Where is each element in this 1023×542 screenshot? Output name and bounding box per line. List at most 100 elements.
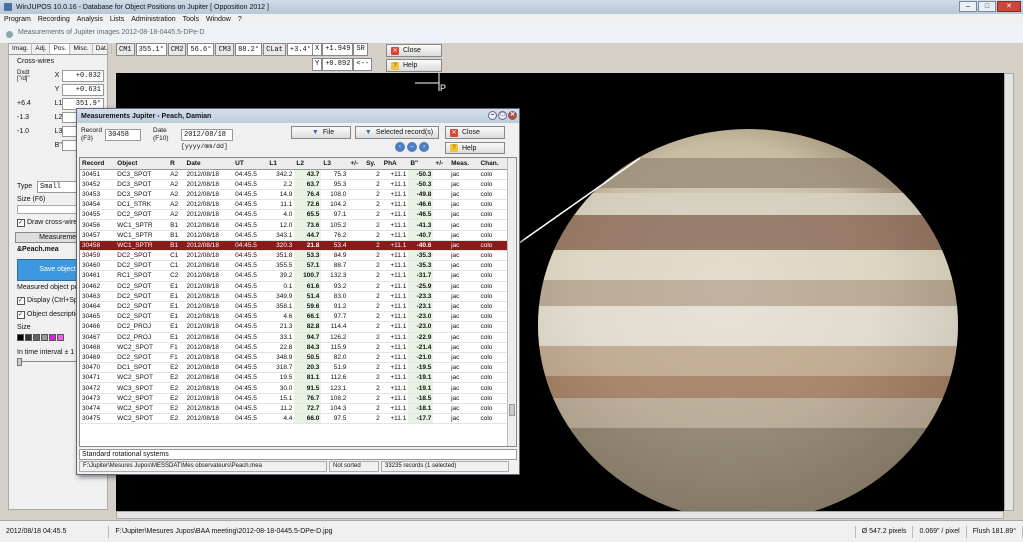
display-checkbox[interactable]: ✓: [17, 296, 25, 305]
dialog-maximize-button[interactable]: □: [498, 111, 507, 120]
table-row[interactable]: 30458 WC1_SPTR B1 2012/08/18 04:45.5 320.3 21.…: [80, 240, 508, 252]
menu-window[interactable]: Window: [206, 16, 231, 23]
arrow-button[interactable]: <--: [353, 58, 373, 71]
y-small-label: Y: [54, 86, 60, 93]
crosswire-y-field[interactable]: +0.631: [62, 83, 104, 96]
table-row[interactable]: 30457 WC1_SPTR B1 2012/08/18 04:45.5 343.1 44.…: [80, 230, 508, 241]
help-button[interactable]: ? Help: [386, 59, 442, 72]
column-header[interactable]: +/-: [348, 158, 365, 170]
tab-adj[interactable]: Adj.: [32, 44, 51, 54]
descriptions-checkbox[interactable]: ✓: [17, 310, 25, 319]
column-header[interactable]: Record: [80, 158, 116, 170]
tab-dat[interactable]: Dat.: [93, 44, 112, 54]
menu-program[interactable]: Program: [4, 16, 31, 23]
table-row[interactable]: 30455 DC2_SPOT A2 2012/08/18 04:45.5 4.0 65.5 9…: [80, 209, 508, 221]
table-cell: [433, 362, 450, 374]
table-row[interactable]: 30452 DC3_SPOT A2 2012/08/18 04:45.5 2.2 63.7 9…: [80, 179, 508, 190]
column-header[interactable]: Date: [184, 158, 234, 170]
menu-tools[interactable]: Tools: [183, 16, 199, 23]
table-cell: colo: [478, 260, 508, 272]
next-record-icon[interactable]: ›: [419, 142, 429, 152]
column-header[interactable]: Meas.: [449, 158, 479, 170]
crosswire-x-field[interactable]: +0.032: [62, 69, 104, 82]
dialog-help-btn[interactable]: ? Help: [445, 142, 505, 154]
table-row[interactable]: 30473 WC2_SPOT E2 2012/08/18 04:45.5 15.1 76.7…: [80, 393, 508, 404]
sr-label[interactable]: SR: [353, 43, 368, 56]
table-scroll-thumb[interactable]: [509, 404, 515, 416]
column-header[interactable]: L2: [294, 158, 322, 170]
tab-pos[interactable]: Pos.: [50, 44, 71, 54]
table-row[interactable]: 30456 WC1_SPTR B1 2012/08/18 04:45.5 12.0 73.6…: [80, 219, 508, 231]
table-row[interactable]: 30462 DC2_SPOT E1 2012/08/18 04:45.5 0.1 61.6 9…: [80, 281, 508, 292]
column-header[interactable]: Sy.: [364, 158, 382, 170]
table-row[interactable]: 30475 WC2_SPOT E2 2012/08/18 04:45.5 4.4 66.0 9…: [80, 413, 508, 425]
selected-records-button[interactable]: ▼ Selected record(s): [355, 126, 439, 139]
record-field[interactable]: 30458: [105, 129, 141, 141]
table-row[interactable]: 30472 WC3_SPOT E2 2012/08/18 04:45.5 30.0 91.5…: [80, 382, 508, 394]
column-header[interactable]: +/-: [433, 158, 450, 170]
prev-record-icon[interactable]: –: [407, 142, 417, 152]
close-button[interactable]: ✕ Close: [386, 44, 442, 57]
file-button[interactable]: ▼ File: [291, 126, 351, 139]
menu-recording[interactable]: Recording: [38, 16, 70, 23]
column-header[interactable]: L3: [321, 158, 349, 170]
table-cell: colo: [478, 179, 508, 190]
column-header[interactable]: UT: [233, 158, 268, 170]
table-cell: C2: [168, 270, 185, 282]
date-field[interactable]: 2012/08/18: [181, 129, 233, 141]
column-header[interactable]: L1: [267, 158, 295, 170]
column-header[interactable]: Object: [115, 158, 169, 170]
vertical-scrollbar[interactable]: [1004, 73, 1014, 511]
table-cell: 2012/08/18: [184, 189, 234, 201]
table-cell: 30452: [80, 179, 116, 190]
menu-administration[interactable]: Administration: [131, 16, 175, 23]
table-row[interactable]: 30460 DC2_SPOT C1 2012/08/18 04:45.5 355.5 57.…: [80, 260, 508, 272]
column-header[interactable]: R: [168, 158, 185, 170]
table-row[interactable]: 30454 DC1_STRK A2 2012/08/18 04:45.5 11.1 72.6…: [80, 199, 508, 211]
table-row[interactable]: 30465 DC2_SPOT E1 2012/08/18 04:45.5 4.6 66.1 9…: [80, 311, 508, 323]
tab-imag[interactable]: Imag.: [9, 44, 33, 54]
table-row[interactable]: 30468 WC2_SPOT F1 2012/08/18 04:45.5 22.8 84.3…: [80, 342, 508, 353]
horizontal-scrollbar[interactable]: [116, 511, 1004, 519]
table-cell: [348, 352, 365, 364]
table-row[interactable]: 30466 DC2_PROJ E1 2012/08/18 04:45.5 21.3 82.8…: [80, 321, 508, 333]
table-cell: jac: [449, 301, 479, 313]
first-record-icon[interactable]: ‹: [395, 142, 405, 152]
type-select[interactable]: Small: [37, 180, 79, 193]
column-header[interactable]: B": [408, 158, 434, 170]
table-cell: 91.2: [321, 301, 349, 313]
table-row[interactable]: 30471 WC2_SPOT E2 2012/08/18 04:45.5 19.5 81.1…: [80, 372, 508, 384]
column-header[interactable]: PhA: [381, 158, 409, 170]
table-cell: [433, 352, 450, 364]
maximize-button[interactable]: □: [978, 1, 996, 12]
table-cell: +11.1: [381, 219, 409, 231]
table-row[interactable]: 30467 DC2_PROJ E1 2012/08/18 04:45.5 33.1 94.7…: [80, 332, 508, 343]
dialog-close-button[interactable]: ✕: [508, 111, 517, 120]
table-row[interactable]: 30469 DC2_SPOT F1 2012/08/18 04:45.5 348.9 50.…: [80, 352, 508, 364]
table-row[interactable]: 30451 DC3_SPOT A2 2012/08/18 04:45.5 342.2 43.…: [80, 169, 508, 180]
dialog-close-btn[interactable]: ✕ Close: [445, 126, 505, 139]
menu-analysis[interactable]: Analysis: [77, 16, 103, 23]
table-cell: [348, 230, 365, 241]
table-scrollbar[interactable]: [507, 158, 516, 446]
column-header[interactable]: Chan.: [478, 158, 508, 170]
table-cell: jac: [449, 250, 479, 262]
table-cell: -40.6: [408, 240, 434, 252]
table-row[interactable]: 30464 DC2_SPOT E1 2012/08/18 04:45.5 358.1 59.…: [80, 301, 508, 313]
tab-misc[interactable]: Misc.: [70, 44, 93, 54]
menu-help[interactable]: ?: [238, 16, 242, 23]
table-row[interactable]: 30463 DC2_SPOT E1 2012/08/18 04:45.5 349.9 51.…: [80, 291, 508, 302]
menu-lists[interactable]: Lists: [110, 16, 124, 23]
close-window-button[interactable]: ✕: [997, 1, 1021, 12]
table-row[interactable]: 30474 WC2_SPOT E2 2012/08/18 04:45.5 11.2 72.7…: [80, 403, 508, 415]
table-row[interactable]: 30461 RC1_SPOT C2 2012/08/18 04:45.5 39.2 100.…: [80, 270, 508, 282]
table-cell: 04:45.5: [233, 209, 268, 221]
table-row[interactable]: 30459 DC2_SPOT C1 2012/08/18 04:45.5 351.8 53.…: [80, 250, 508, 262]
y-label: Y: [312, 58, 323, 71]
dialog-minimize-button[interactable]: –: [488, 111, 497, 120]
draw-checkbox[interactable]: ✓: [17, 218, 25, 227]
minimize-button[interactable]: –: [959, 1, 977, 12]
table-row[interactable]: 30470 DC1_SPOT E2 2012/08/18 04:45.5 318.7 20.…: [80, 362, 508, 374]
file-button-label: File: [322, 129, 335, 136]
table-row[interactable]: 30453 DC3_SPOT A2 2012/08/18 04:45.5 14.9 76.4…: [80, 189, 508, 201]
